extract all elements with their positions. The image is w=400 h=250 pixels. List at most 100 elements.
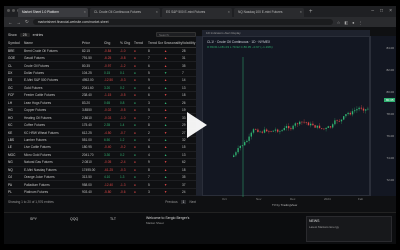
cell-scr: 7	[148, 113, 164, 122]
cell-chg: -12.40	[104, 180, 120, 189]
table-row[interactable]: FCF Feeder Cattle Futures 238.40 -1.15 -0.5 ●…	[8, 91, 196, 100]
table-row[interactable]: HG Copper Futures 3.8550 -0.02 -0.5 ● 5 ▲ 19	[8, 106, 196, 115]
cell-name: E-Mini S&P 500 Futures	[24, 76, 82, 85]
browser-tab-2[interactable]: ES S&P 500 E-mini Futures ✕	[162, 8, 232, 17]
column-header[interactable]: Seasonality	[164, 39, 182, 48]
minimize-button[interactable]: –	[371, 8, 374, 14]
candle-body	[279, 131, 281, 132]
price-chart[interactable]: CL1! · Crude Oil Continuous · 1D · NYMEX…	[202, 36, 370, 197]
cell-sym: LBS	[8, 136, 24, 145]
column-header[interactable]: Chg	[104, 39, 120, 48]
candle-body	[290, 128, 292, 130]
candle-body	[294, 123, 296, 126]
table-row[interactable]: HO Heating Oil Futures 2.8610 -0.03 -1.0 ● 7 ▼ 3…	[8, 113, 196, 122]
page-1-button[interactable]: 1	[180, 200, 187, 205]
table-row[interactable]: KE KC HRW Wheat Futures 612.25 -4.50 -0.7 ● 2 ▼…	[8, 128, 196, 137]
cell-pct: -1.0	[120, 47, 134, 55]
time-tick-label: Oct	[222, 197, 227, 201]
column-header[interactable]: % Chg	[120, 39, 134, 48]
reload-icon[interactable]: ↻	[25, 19, 29, 25]
prev-page-button[interactable]: Previous	[165, 200, 177, 204]
candle-body	[314, 125, 316, 128]
cell-pct: -0.6	[120, 188, 134, 197]
cell-trend: ●	[134, 54, 148, 63]
close-tab-icon[interactable]: ✕	[155, 10, 158, 14]
maximize-button[interactable]: □	[380, 8, 383, 14]
browser-tab-3[interactable]: NQ Nasdaq 100 E-mini Futures ✕	[234, 8, 304, 17]
cell-sym: HG	[8, 106, 24, 115]
ticker-tlt[interactable]: TLT	[110, 217, 116, 221]
table-row[interactable]: PA Palladium Futures 958.00 -12.40 -1.3 ● 5 ▼ 37	[8, 180, 196, 189]
welcome-panel: Welcome to Sergio Berger's Market Sheet	[146, 216, 236, 225]
table-row[interactable]: DX Dollar Futures 104.25 0.15 0.1 ● 5 ▼ 7	[8, 69, 196, 78]
column-header[interactable]: Trend Scr	[148, 39, 164, 48]
cell-name: Gasoil Futures	[24, 54, 82, 63]
table-row[interactable]: BRE Brent Crude Oil Futures 82.15 -0.84 -1.0…	[8, 47, 196, 55]
table-row[interactable]: LH Lean Hogs Futures 83.20 0.65 0.8 ● 3 ▲ 26	[8, 99, 196, 108]
cell-trend: ●	[134, 188, 148, 197]
table-search-input[interactable]: Search:	[156, 32, 196, 37]
price-axis[interactable]: 80.35 84.00 82.00 80.00 78.00 76.00 74.00 72.0…	[370, 36, 396, 196]
cell-vol: 26	[182, 99, 196, 108]
cell-scr: 7	[148, 54, 164, 63]
table-row[interactable]: ES E-Mini S&P 500 Futures 4952.00 -12.50 -0.…	[8, 76, 196, 85]
table-row[interactable]: LBS Lumber Futures 551.00 6.50 1.2 ● 4 ▲ 32	[8, 136, 196, 145]
column-header[interactable]: Volatility	[182, 39, 196, 48]
candle-body	[263, 129, 266, 133]
news-tabs[interactable]: Latest Markets Energy	[309, 225, 389, 229]
column-header[interactable]: Price	[82, 39, 104, 48]
close-tab-icon[interactable]: ✕	[227, 10, 230, 14]
table-row[interactable]: CL Crude Oil Futures 80.35 -0.97 -1.2 ● 6 ▲ 35	[8, 61, 196, 70]
close-tab-icon[interactable]: ✕	[83, 10, 86, 14]
forward-icon[interactable]: →	[17, 20, 22, 25]
table-row[interactable]: NG Natural Gas Futures 2.0810 -0.05 -2.4 ● 9 ▼ 6…	[8, 158, 196, 167]
table-row[interactable]: MGC Micro Gold Futures 2041.70 3.30 0.2 ● 4 ▲ 13	[8, 151, 196, 160]
time-tick-label: 2024	[324, 197, 331, 201]
star-icon[interactable]: ☆	[337, 20, 341, 25]
cell-scr: 4	[148, 84, 164, 93]
profile-avatar[interactable]: ●	[352, 20, 354, 25]
column-header[interactable]: Symbol	[8, 39, 24, 48]
cell-pct: -1.0	[120, 113, 134, 122]
extensions-icon[interactable]: ◧	[344, 20, 348, 25]
candle-body	[343, 116, 345, 120]
close-tab-icon[interactable]: ✕	[299, 10, 302, 14]
play-icon[interactable]	[187, 112, 207, 138]
cell-sym: CL	[8, 61, 24, 70]
menu-icon[interactable]: ⋮	[359, 20, 363, 25]
candle-body	[299, 121, 301, 125]
ticker-qqq[interactable]: QQQ	[70, 217, 78, 221]
table-row[interactable]: PL Platinum Futures 903.40 -5.80 -0.6 ● 3 ▼ 24	[8, 188, 196, 197]
cell-price: 83.20	[82, 99, 104, 108]
cell-pct: 1.4	[120, 121, 134, 130]
ticker-spy[interactable]: SPY	[30, 217, 37, 221]
entries-select[interactable]: 25	[19, 32, 30, 37]
table-row[interactable]: LE Live Cattle Futures 180.95 -0.40 -0.2 ● 6 ▲ 1…	[8, 143, 196, 152]
table-row[interactable]: NQ E-Mini Nasdaq Futures 17495.00 -61.25 -0.…	[8, 166, 196, 174]
cell-price: 903.40	[82, 188, 104, 197]
new-tab-button[interactable]: +	[309, 8, 313, 17]
price-tick-label: 84.00	[386, 46, 394, 50]
candle-body	[303, 121, 305, 123]
video-frame[interactable]: Market Sheet 1.0 Platform ✕ CL Crude Oil …	[0, 0, 400, 250]
candle-body	[327, 126, 329, 128]
candle-body	[354, 110, 356, 112]
chart-footer: TV by TradingView	[202, 202, 396, 210]
table-row[interactable]: GOE Gasoil Futures 791.50 -6.25 -0.8 ● 7 ▲ 31	[8, 54, 196, 63]
cell-scr: 6	[148, 61, 164, 70]
column-header[interactable]: Trend	[134, 39, 148, 48]
cell-pct: -0.3	[120, 166, 134, 174]
url-input[interactable]: marketsheet.financial-website.com/market…	[32, 19, 333, 25]
next-page-button[interactable]: Next	[189, 200, 196, 204]
browser-tab-0[interactable]: Market Sheet 1.0 Platform ✕	[18, 8, 88, 17]
candle-body	[362, 108, 365, 111]
table-row[interactable]: GC Gold Futures 2041.60 3.20 0.2 ● 4 ▲ 13	[8, 84, 196, 93]
close-window-button[interactable]: ×	[389, 8, 392, 14]
browser-tab-1[interactable]: CL Crude Oil Continuous Futures ✕	[90, 8, 160, 17]
column-header[interactable]: Name	[24, 39, 82, 48]
candle-body	[235, 152, 237, 156]
table-row[interactable]: KC Coffee Futures 175.40 2.35 1.4 ● 8 ▲ 29	[8, 121, 196, 130]
cell-chg: -1.15	[104, 91, 120, 100]
table-row[interactable]: OJ Orange Juice Futures 313.50 4.10 1.3 ● 7 ▲ 35	[8, 173, 196, 182]
back-icon[interactable]: ←	[8, 20, 13, 25]
